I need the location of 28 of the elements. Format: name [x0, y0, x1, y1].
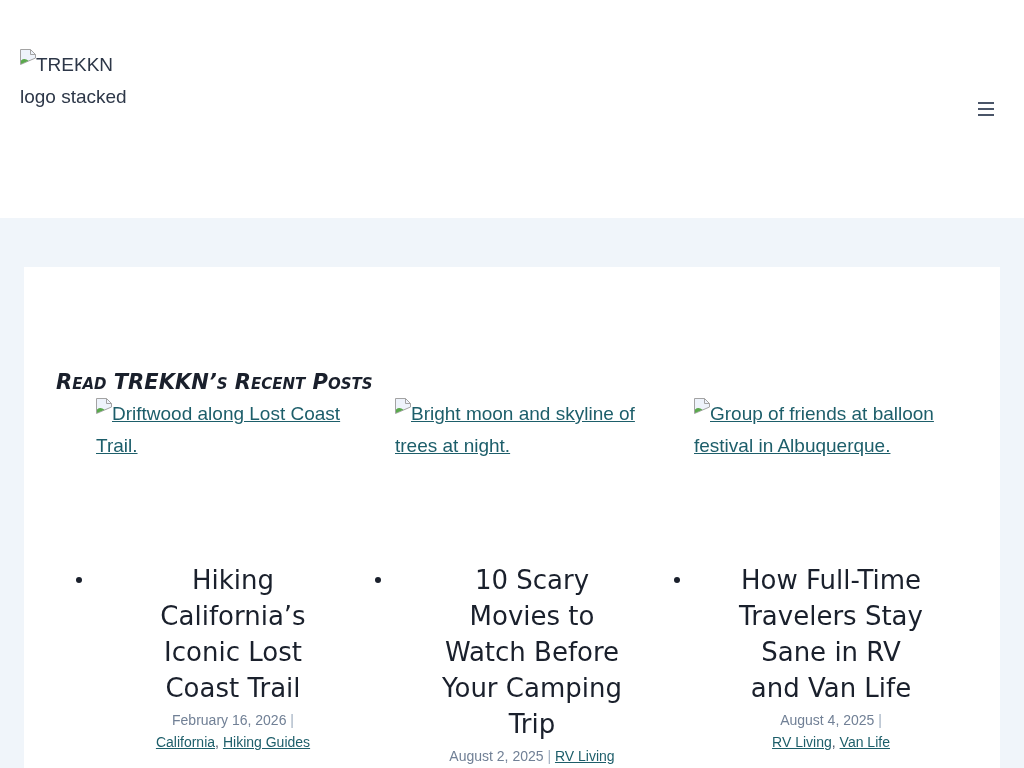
image-alt-link[interactable]: Driftwood along Lost Coast Trail.: [96, 398, 370, 462]
image-alt-link[interactable]: Bright moon and skyline of trees at night.: [395, 398, 669, 462]
post-title[interactable]: How Full-Time Travelers Stay Sane in RV and Van Life: [734, 562, 928, 706]
image-alt-link[interactable]: Group of friends at balloon festival in Albuquerque.: [694, 398, 968, 462]
section-heading: Read TREKKN’s Recent Posts: [56, 369, 373, 396]
post-date: August 4, 2025: [780, 712, 875, 728]
broken-image-icon: [20, 49, 36, 65]
post-date: February 16, 2026: [172, 712, 287, 728]
broken-image-icon: [395, 398, 411, 414]
post-title[interactable]: Hiking California’s Iconic Lost Coast Trail: [136, 562, 330, 706]
category-link[interactable]: RV Living: [772, 734, 832, 750]
separator-text: |: [878, 712, 882, 728]
post-title[interactable]: 10 Scary Movies to Watch Before Your Camping Trip: [435, 562, 629, 742]
category-link[interactable]: Hiking Guides: [222, 734, 311, 750]
bullet-icon: [674, 577, 680, 583]
separator-text: ,: [215, 734, 219, 750]
separator-text: ,: [831, 734, 836, 750]
separator-text: |: [547, 748, 552, 764]
category-link[interactable]: RV Living: [554, 748, 615, 764]
bullet-icon: [76, 577, 82, 583]
category-link[interactable]: Van Life: [839, 734, 890, 750]
post-date: August 2, 2025: [449, 748, 544, 764]
separator-text: |: [290, 712, 294, 728]
logo-alt-link[interactable]: TREKKN logo stacked: [20, 49, 140, 113]
menu-icon: [978, 102, 994, 116]
broken-image-icon: [96, 398, 112, 414]
bullet-icon: [375, 577, 381, 583]
broken-image-icon: [694, 398, 710, 414]
